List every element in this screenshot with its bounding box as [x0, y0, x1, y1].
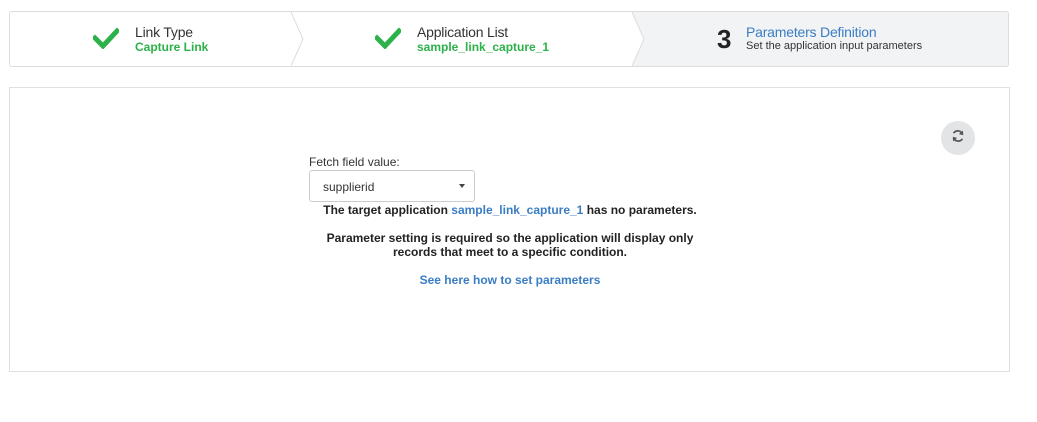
step-application-list[interactable]: Application List sample_link_capture_1 — [292, 12, 633, 66]
step-subtitle: Capture Link — [135, 40, 209, 54]
step-description: Set the application input parameters — [746, 40, 923, 52]
parameters-panel: Fetch field value: supplierid The target… — [9, 87, 1010, 372]
wizard-steps: Link Type Capture Link Application List … — [9, 11, 1009, 67]
step-title: Link Type — [135, 24, 193, 40]
caret-down-icon — [459, 184, 465, 188]
fetch-field-label: Fetch field value: — [309, 155, 400, 169]
fetch-field-select[interactable]: supplierid — [309, 170, 475, 202]
step-link-type[interactable]: Link Type Capture Link — [10, 12, 292, 66]
step-number: 3 — [717, 24, 732, 54]
step-title: Parameters Definition — [746, 24, 877, 40]
checkmark-icon — [373, 27, 403, 54]
message-prefix: The target application — [323, 203, 448, 217]
select-value: supplierid — [323, 180, 375, 194]
no-parameters-message: The target application sample_link_captu… — [210, 203, 810, 217]
refresh-icon — [951, 129, 965, 148]
step-title: Application List — [417, 24, 508, 40]
message-line: Parameter setting is required so the app… — [326, 231, 694, 245]
step-separator — [291, 12, 305, 66]
refresh-button[interactable] — [941, 121, 975, 155]
step-parameters-definition[interactable]: 3 Parameters Definition Set the applicat… — [633, 12, 1008, 66]
parameter-info-message: Parameter setting is required so the app… — [210, 231, 810, 259]
step-separator — [632, 12, 646, 66]
message-line: records that meet to a specific conditio… — [392, 245, 628, 259]
target-app-link[interactable]: sample_link_capture_1 — [451, 203, 583, 217]
help-link[interactable]: See here how to set parameters — [210, 273, 810, 287]
message-suffix: has no parameters. — [586, 203, 697, 217]
checkmark-icon — [91, 27, 121, 54]
step-subtitle: sample_link_capture_1 — [417, 40, 550, 54]
